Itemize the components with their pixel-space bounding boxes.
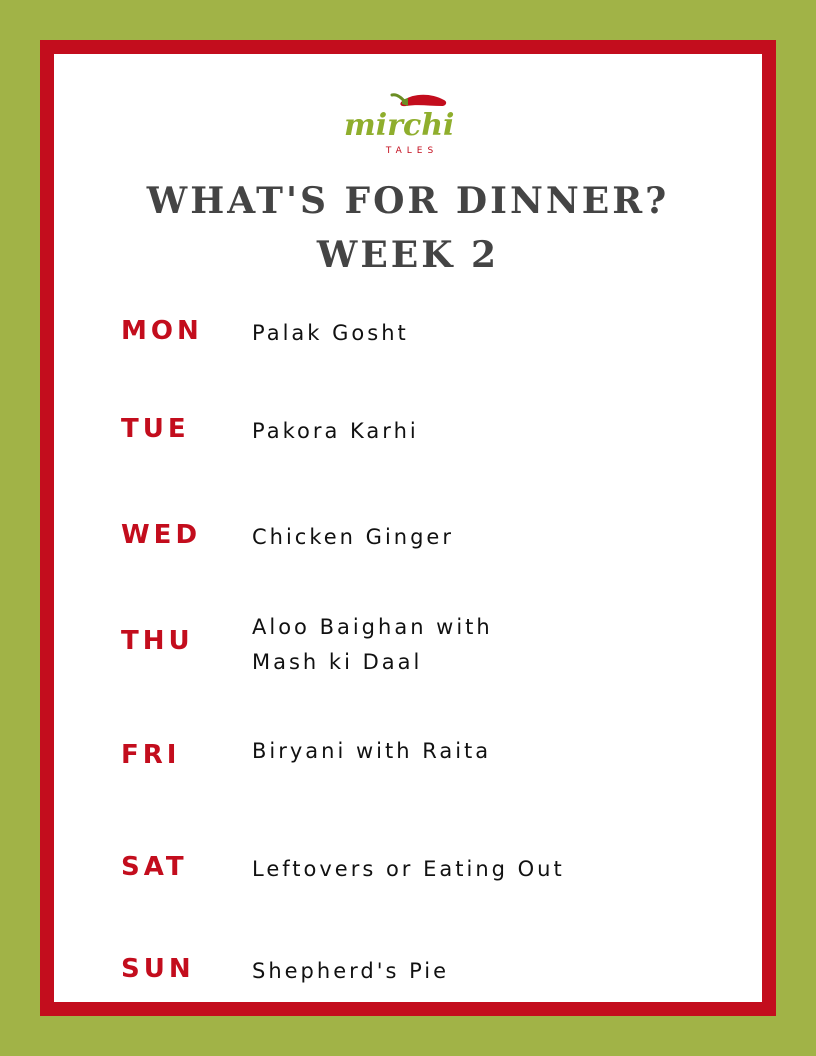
meal-name-line-1: Aloo Baighan with bbox=[252, 615, 493, 639]
page-subtitle: WEEK 2 bbox=[316, 234, 500, 276]
meal-name-line-2: Mash ki Daal bbox=[252, 650, 423, 674]
meal-name: Biryani with Raita bbox=[252, 739, 492, 763]
day-label: THU bbox=[121, 626, 194, 656]
meal-name: Chicken Ginger bbox=[252, 525, 454, 549]
brand-logo: mirchi TALES bbox=[344, 86, 474, 158]
red-frame: mirchi TALES WHAT'S FOR DINNER? WEEK 2 M… bbox=[40, 40, 776, 1016]
day-label: WED bbox=[121, 520, 202, 550]
page-title: WHAT'S FOR DINNER? bbox=[146, 180, 670, 222]
brand-name: mirchi bbox=[344, 108, 455, 143]
day-label: SAT bbox=[121, 852, 188, 882]
meal-name: Pakora Karhi bbox=[252, 419, 419, 443]
day-label: TUE bbox=[121, 414, 190, 444]
meal-name: Shepherd's Pie bbox=[252, 959, 450, 983]
meal-name: Leftovers or Eating Out bbox=[252, 857, 565, 881]
day-label: FRI bbox=[121, 740, 181, 770]
brand-tagline: TALES bbox=[385, 146, 439, 156]
day-label: SUN bbox=[121, 954, 195, 984]
menu-card: mirchi TALES WHAT'S FOR DINNER? WEEK 2 M… bbox=[54, 54, 762, 1002]
day-label: MON bbox=[121, 316, 203, 346]
meal-name: Palak Gosht bbox=[252, 321, 409, 345]
